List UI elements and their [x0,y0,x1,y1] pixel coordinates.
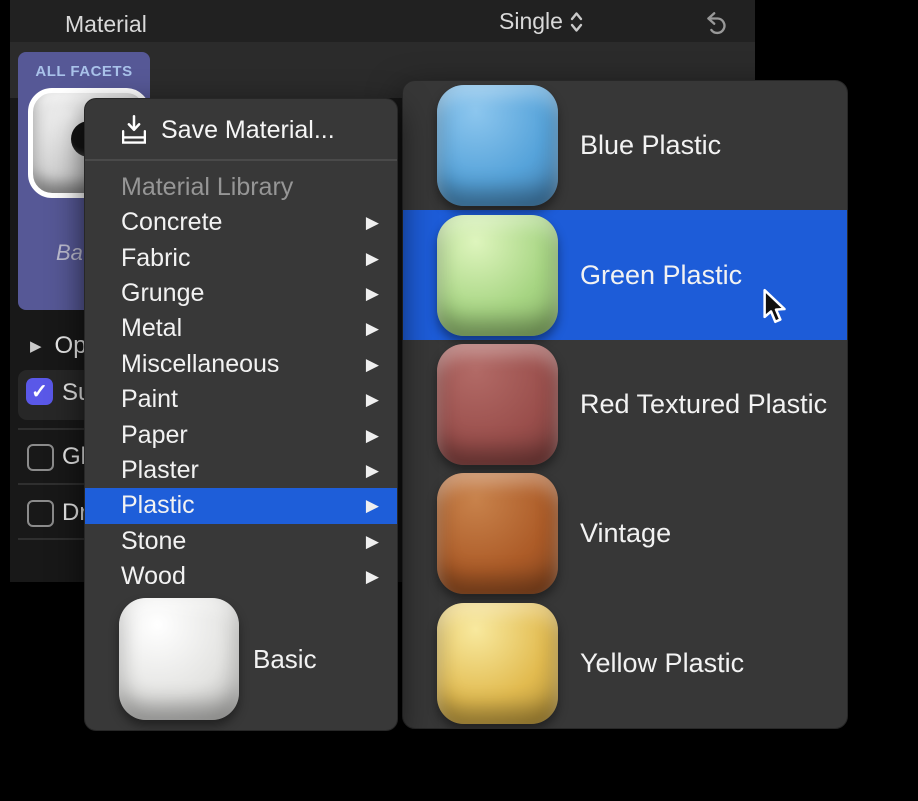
surfaces-row-label: Su [62,379,84,407]
material-swatch [437,215,558,336]
submenu-arrow-icon: ▶ [366,250,379,267]
submenu-item-yellow-plastic[interactable]: Yellow Plastic [403,599,847,728]
inspector-left-rows: ▶ Op ✓ Su Gl Dr [10,98,84,582]
material-swatch [437,473,558,594]
mode-dropdown[interactable]: Single [499,8,583,35]
divider [18,428,84,430]
menu-item-grunge[interactable]: Grunge ▶ [85,276,397,311]
save-material-item[interactable]: Save Material... [85,107,397,153]
menu-item-plaster[interactable]: Plaster ▶ [85,453,397,488]
menu-item-basic[interactable]: Basic [85,593,397,725]
submenu-item-red-textured-plastic[interactable]: Red Textured Plastic [403,340,847,469]
submenu-arrow-icon: ▶ [366,391,379,408]
menu-item-label: Concrete [121,208,222,237]
submenu-arrow-icon: ▶ [366,356,379,373]
menu-item-wood[interactable]: Wood ▶ [85,559,397,594]
menu-item-label: Paper [121,421,188,450]
plastic-submenu: Blue Plastic Green Plastic Red Textured Pl… [402,80,848,729]
material-swatch [437,344,558,465]
glow-checkbox[interactable] [27,444,54,471]
options-disclosure-row[interactable]: ▶ Op [30,332,84,360]
menu-item-label: Plaster [121,456,199,485]
menu-item-label: Plastic [121,491,195,520]
panel-title: Material [65,11,147,38]
save-material-label: Save Material... [161,116,335,145]
inspector-topbar: Material Single [10,0,755,42]
submenu-item-vintage[interactable]: Vintage [403,469,847,598]
menu-separator [85,159,397,161]
mode-dropdown-value: Single [499,8,563,35]
menu-item-fabric[interactable]: Fabric ▶ [85,240,397,275]
up-down-chevrons-icon [570,10,583,34]
divider [18,538,84,540]
save-download-tray-icon [119,114,149,146]
submenu-item-label: Blue Plastic [580,130,721,161]
undo-arrow-icon [702,8,730,36]
menu-item-label: Stone [121,527,186,556]
submenu-item-label: Vintage [580,518,671,549]
submenu-item-label: Green Plastic [580,260,742,291]
submenu-arrow-icon: ▶ [366,497,379,514]
submenu-arrow-icon: ▶ [366,568,379,585]
menu-item-label: Paint [121,385,178,414]
mouse-cursor [757,288,793,333]
submenu-arrow-icon: ▶ [366,533,379,550]
menu-item-label: Metal [121,314,182,343]
menu-item-label: Miscellaneous [121,350,279,379]
submenu-item-label: Red Textured Plastic [580,389,827,420]
options-row-label: Op [55,332,84,360]
menu-item-label: Wood [121,562,186,591]
menu-item-paper[interactable]: Paper ▶ [85,417,397,452]
submenu-arrow-icon: ▶ [366,285,379,302]
material-swatch [437,603,558,724]
submenu-item-label: Yellow Plastic [580,648,744,679]
submenu-arrow-icon: ▶ [366,427,379,444]
drop-row-label: Dr [62,499,84,527]
menu-item-plastic[interactable]: Plastic ▶ [85,488,397,523]
drop-checkbox[interactable] [27,500,54,527]
submenu-arrow-icon: ▶ [366,320,379,337]
menu-item-miscellaneous[interactable]: Miscellaneous ▶ [85,347,397,382]
basic-material-swatch [119,598,239,720]
divider [18,483,84,485]
menu-item-label: Fabric [121,244,190,273]
submenu-arrow-icon: ▶ [366,462,379,479]
all-facets-label: ALL FACETS [18,63,150,80]
submenu-arrow-icon: ▶ [366,214,379,231]
surfaces-checkbox[interactable]: ✓ [26,378,53,405]
menu-item-metal[interactable]: Metal ▶ [85,311,397,346]
menu-item-paint[interactable]: Paint ▶ [85,382,397,417]
menu-item-concrete[interactable]: Concrete ▶ [85,205,397,240]
menu-item-label: Grunge [121,279,204,308]
undo-button[interactable] [700,6,732,38]
material-swatch [437,85,558,206]
menu-item-stone[interactable]: Stone ▶ [85,524,397,559]
material-context-menu: Save Material... Material Library Concre… [84,98,398,731]
glow-row-label: Gl [62,443,84,471]
basic-material-label: Basic [253,644,317,675]
disclosure-triangle-icon: ▶ [30,337,42,355]
checkmark-icon: ✓ [31,379,48,404]
material-library-header: Material Library [121,173,293,202]
submenu-item-blue-plastic[interactable]: Blue Plastic [403,81,847,210]
screen: { "header": { "title": "Material", "mode… [0,0,918,801]
material-category-list: Concrete▶Fabric▶Grunge▶Metal▶Miscellaneo… [85,205,397,594]
